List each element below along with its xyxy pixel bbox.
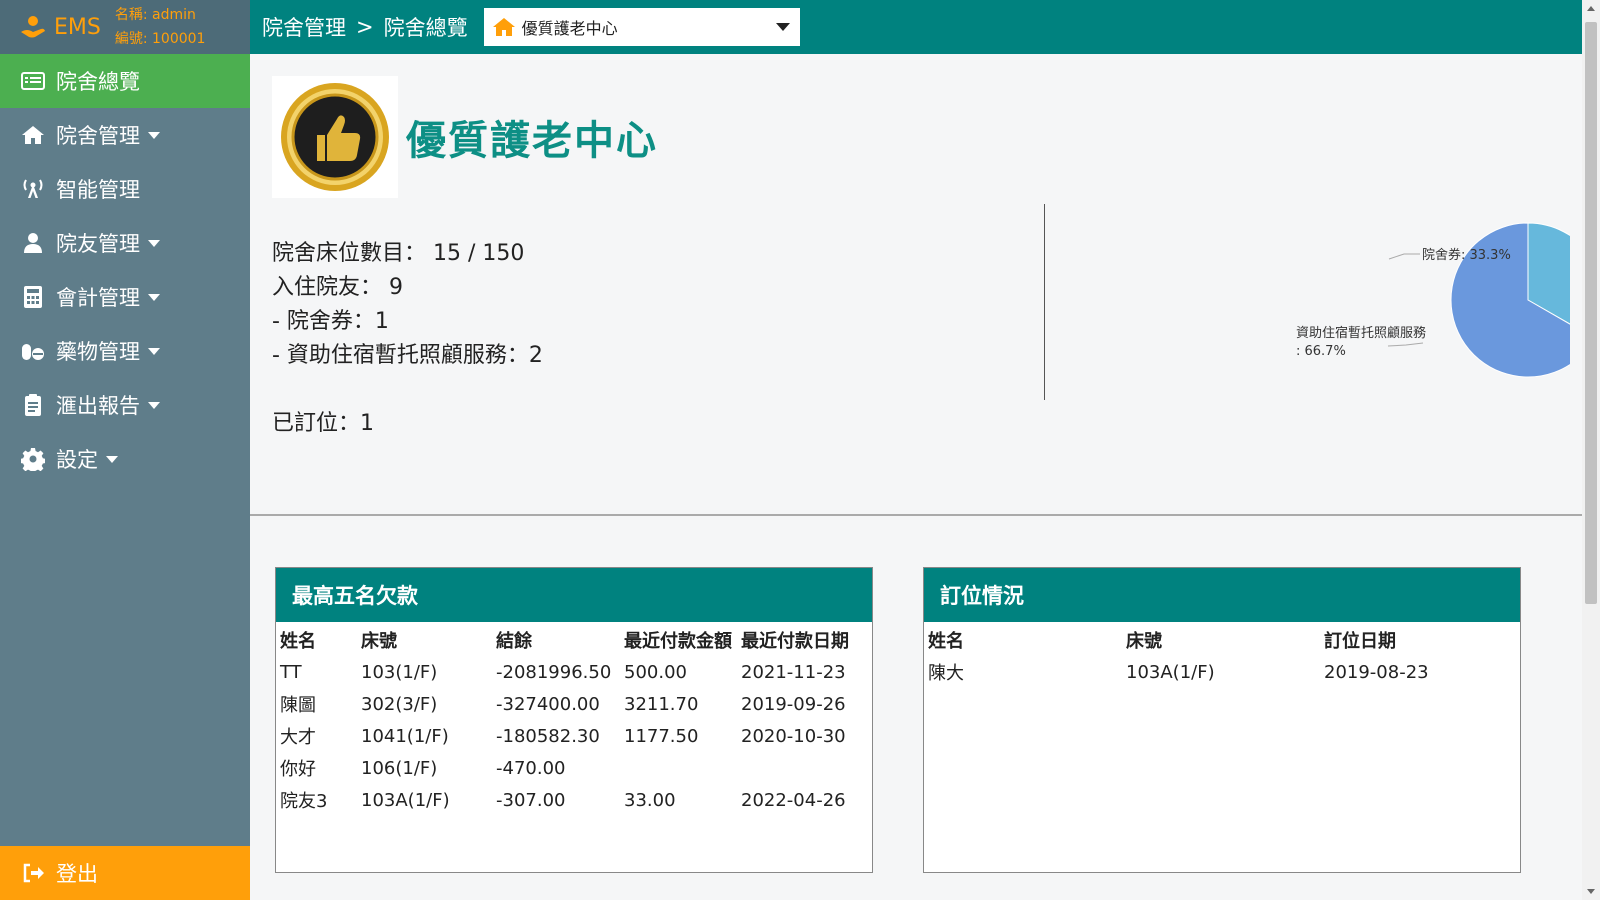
- table-header-row: 姓名 床號 結餘 最近付款金額 最近付款日期: [280, 624, 861, 656]
- center-name: 優質護老中心: [406, 118, 658, 164]
- sidebar-item-export-reports[interactable]: 滙出報告: [0, 378, 250, 432]
- subsidy-line: - 資助住宿暫托照顧服務：2: [272, 343, 543, 368]
- chevron-down-icon: [148, 293, 160, 301]
- gear-icon: [20, 446, 46, 472]
- col-header-last-amount: 最近付款金額: [624, 631, 732, 652]
- brand-name: EMS: [54, 14, 101, 40]
- beds-value: 15 / 150: [433, 241, 525, 266]
- table-row[interactable]: 院友3 103A(1/F) -307.00 33.00 2022-04-26: [280, 784, 861, 816]
- vertical-scrollbar[interactable]: [1582, 0, 1600, 900]
- breadcrumb-separator: >: [356, 15, 374, 39]
- home-icon: [492, 18, 515, 36]
- table-row[interactable]: 陳大 103A(1/F) 2019-08-23: [928, 656, 1514, 688]
- col-header-bed: 床號: [361, 631, 397, 652]
- center-select-value: 優質護老中心: [521, 19, 618, 38]
- thumbs-up-badge-icon: [281, 83, 389, 191]
- table-row[interactable]: 你好 106(1/F) -470.00: [280, 752, 861, 784]
- chevron-down-icon: [148, 131, 160, 139]
- beds-label: 院舍床位數目：: [272, 241, 427, 266]
- scroll-thumb[interactable]: [1585, 22, 1597, 604]
- col-header-balance: 結餘: [496, 631, 532, 652]
- col-header-name: 姓名: [280, 631, 316, 652]
- center-select[interactable]: 優質護老中心: [483, 8, 800, 46]
- sidebar-item-accounting-management[interactable]: 會計管理: [0, 270, 250, 324]
- sidebar-item-settings[interactable]: 設定: [0, 432, 250, 486]
- beds-line: 院舍床位數目： 15 / 150: [272, 237, 543, 271]
- table-row[interactable]: 陳圖 302(3/F) -327400.00 3211.70 2019-09-26: [280, 688, 861, 720]
- pie-label-subsidy-line2: : 66.7%: [1296, 344, 1346, 359]
- chevron-down-icon: [148, 401, 160, 409]
- logout-label: 登出: [56, 862, 98, 886]
- residents-value: 9: [389, 275, 404, 300]
- col-header-booking-date: 訂位日期: [1324, 631, 1396, 652]
- center-header: 優質護老中心: [272, 76, 658, 198]
- resident-type-pie-chart: 院舍券: 33.3% 資助住宿暫托照顧服務 : 66.7%: [1296, 222, 1570, 378]
- pie-label-subsidy-line1: 資助住宿暫托照顧服務: [1296, 325, 1426, 341]
- leader-line-voucher: [1388, 253, 1420, 260]
- bookings-title: 訂位情況: [924, 568, 1520, 622]
- chevron-down-icon: [106, 455, 118, 463]
- residents-line: 入住院友： 9: [272, 271, 543, 305]
- col-header-name: 姓名: [928, 631, 964, 652]
- list-icon: [20, 68, 46, 94]
- sign-out-icon: [20, 860, 46, 886]
- logout-button[interactable]: 登出: [0, 846, 250, 900]
- broadcast-icon: [20, 176, 46, 202]
- sidebar-item-label: 院友管理: [56, 232, 140, 256]
- brand: EMS 名稱: admin 編號: 100001: [0, 0, 250, 54]
- top-bar: 院舍管理 > 院舍總覽 優質護老中心: [250, 0, 1582, 54]
- sidebar-item-label: 智能管理: [56, 178, 140, 202]
- center-logo: [272, 76, 398, 198]
- breadcrumb: 院舍管理 > 院舍總覽: [262, 12, 478, 42]
- sidebar-item-label: 藥物管理: [56, 340, 140, 364]
- sidebar-item-label: 會計管理: [56, 286, 140, 310]
- clipboard-icon: [20, 392, 46, 418]
- leader-line-subsidy: [1387, 342, 1424, 347]
- sidebar-item-label: 院舍總覽: [56, 70, 140, 94]
- dropdown-arrow-icon: [775, 23, 790, 31]
- sidebar-item-label: 設定: [56, 448, 98, 472]
- breadcrumb-overview: 院舍總覽: [383, 16, 468, 40]
- sidebar: EMS 名稱: admin 編號: 100001 院舍總覽 院舍管理 智能管理 …: [0, 0, 250, 900]
- center-stats: 院舍床位數目： 15 / 150 入住院友： 9 - 院舍券：1 - 資助住宿暫…: [272, 237, 543, 441]
- home-icon: [20, 122, 46, 148]
- sidebar-item-label: 院舍管理: [56, 124, 140, 148]
- breadcrumb-facility-management[interactable]: 院舍管理: [262, 12, 346, 42]
- main-content: 優質護老中心 院舍床位數目： 15 / 150 入住院友： 9 - 院舍券：1 …: [250, 54, 1582, 900]
- pills-icon: [20, 338, 46, 364]
- sidebar-item-facility-management[interactable]: 院舍管理: [0, 108, 250, 162]
- sidebar-item-smart-management[interactable]: 智能管理: [0, 162, 250, 216]
- ems-logo-icon: [18, 12, 54, 42]
- user-id: 編號: 100001: [114, 31, 206, 47]
- chevron-down-icon: [148, 239, 160, 247]
- table-header-row: 姓名 床號 訂位日期: [928, 624, 1514, 656]
- table-row[interactable]: TT 103(1/F) -2081996.50 500.00 2021-11-23: [280, 656, 861, 688]
- col-header-bed: 床號: [1126, 631, 1162, 652]
- sidebar-item-resident-management[interactable]: 院友管理: [0, 216, 250, 270]
- scroll-up-icon[interactable]: [1587, 6, 1595, 11]
- section-divider: [250, 514, 1582, 516]
- vertical-divider: [1044, 204, 1045, 400]
- user-info: 名稱: admin 編號: 100001: [115, 3, 206, 51]
- table-row[interactable]: 大才 1041(1/F) -180582.30 1177.50 2020-10-30: [280, 720, 861, 752]
- top-debts-table: 姓名 床號 結餘 最近付款金額 最近付款日期 TT 103(1/F) -208199…: [280, 624, 861, 816]
- bookings-table: 姓名 床號 訂位日期 陳大 103A(1/F) 2019-08-23: [928, 624, 1514, 688]
- sidebar-item-overview[interactable]: 院舍總覽: [0, 54, 250, 108]
- residents-label: 入住院友：: [272, 275, 383, 300]
- top-debts-panel: 最高五名欠款 姓名 床號 結餘 最近付款金額 最近付款日期 TT 103(1/F)…: [275, 567, 873, 873]
- calculator-icon: [20, 284, 46, 310]
- voucher-line: - 院舍券：1: [272, 309, 389, 334]
- pie-label-voucher: 院舍券: 33.3%: [1422, 247, 1511, 263]
- sidebar-item-medication-management[interactable]: 藥物管理: [0, 324, 250, 378]
- bookings-panel: 訂位情況 姓名 床號 訂位日期 陳大 103A(1/F) 2019-08-23: [923, 567, 1521, 873]
- scroll-down-icon[interactable]: [1587, 889, 1595, 894]
- chevron-down-icon: [148, 347, 160, 355]
- booked-line: 已訂位：1: [272, 411, 374, 436]
- user-name: 名稱: admin: [114, 7, 196, 23]
- top-debts-title: 最高五名欠款: [276, 568, 872, 622]
- sidebar-item-label: 滙出報告: [56, 394, 140, 418]
- user-icon: [20, 230, 46, 256]
- col-header-last-date: 最近付款日期: [741, 631, 849, 652]
